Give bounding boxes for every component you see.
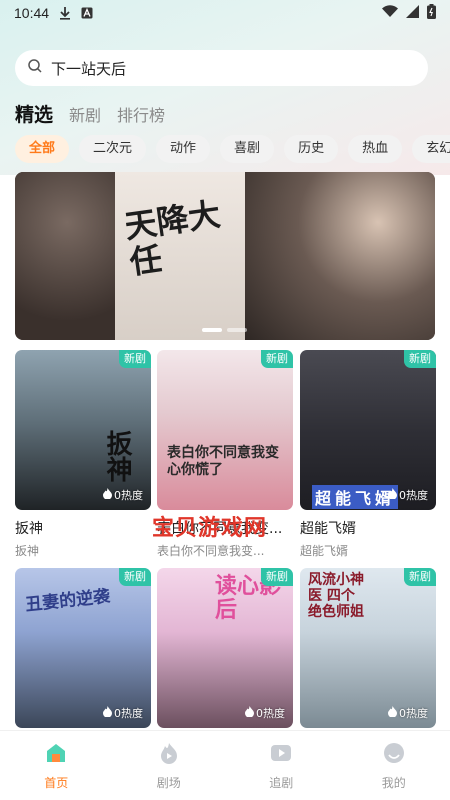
download-icon [59,6,71,20]
drama-card[interactable]: 读心影后 新剧 0热度 [157,568,293,728]
nav-theater[interactable]: 剧场 [113,731,226,800]
new-badge: 新剧 [261,568,293,586]
tab-featured[interactable]: 精选 [15,100,53,127]
heat-count: 0热度 [388,487,428,503]
flame-icon [103,706,112,720]
nav-theater-label: 剧场 [156,775,181,790]
new-badge: 新剧 [119,350,151,368]
theater-icon [157,741,181,769]
search-icon [27,58,43,78]
drama-subtitle: 表白你不同意我变... [157,544,265,558]
battery-icon [427,3,436,23]
drama-card[interactable]: 丑妻的逆袭 新剧 0热度 [15,568,151,728]
chip-fantasy[interactable]: 玄幻 [412,135,450,163]
heat-count: 0热度 [245,705,285,721]
banner-image-right [245,172,435,340]
wifi-icon [382,5,398,21]
search-bar[interactable]: 下一站天后 [15,50,428,86]
drama-title[interactable]: 超能飞婿 [300,518,356,538]
top-tabs: 精选 新剧 排行榜 [15,100,165,130]
new-badge: 新剧 [404,350,436,368]
poster-title-text: 扳神 [102,430,132,482]
category-chips: 全部 二次元 动作 喜剧 历史 热血 玄幻 [15,135,450,163]
status-indicators [382,3,436,23]
banner-pagination [202,328,247,332]
heat-text: 0热度 [256,707,285,720]
new-badge: 新剧 [119,568,151,586]
featured-banner[interactable]: 天降大任 [15,172,435,340]
nav-follow-label: 追剧 [269,775,294,790]
new-badge: 新剧 [261,350,293,368]
banner-dot-active [202,328,222,332]
bottom-navigation: 首页 剧场 追剧 我的 [0,730,450,800]
tab-ranking[interactable]: 排行榜 [117,102,165,126]
heat-count: 0热度 [388,705,428,721]
new-badge: 新剧 [404,568,436,586]
search-placeholder: 下一站天后 [51,59,127,78]
play-icon [269,741,293,769]
heat-text: 0热度 [399,489,428,502]
status-bar: 10:44 [0,0,450,26]
chip-all[interactable]: 全部 [15,135,70,163]
heat-text: 0热度 [114,489,143,502]
chip-hot-blooded[interactable]: 热血 [348,135,403,163]
flame-icon [388,488,397,502]
home-icon [44,741,68,769]
chip-anime[interactable]: 二次元 [79,135,147,163]
nav-follow[interactable]: 追剧 [225,731,338,800]
poster-title-text: 丑妻的逆袭 [24,586,112,616]
poster-title-text: 超能飞婿 [312,485,399,509]
banner-title-art: 天降大任 [122,194,223,282]
status-time: 10:44 [14,5,50,21]
drama-card[interactable]: 风流小神医 四个绝色师姐 新剧 0热度 [300,568,436,728]
nav-profile[interactable]: 我的 [338,731,450,800]
flame-icon [103,488,112,502]
tab-new[interactable]: 新剧 [69,102,101,126]
drama-card[interactable]: 扳神 新剧 0热度 [15,350,151,510]
app-notification-icon [81,7,93,19]
heat-count: 0热度 [103,705,143,721]
profile-icon [382,741,406,769]
flame-icon [388,706,397,720]
site-watermark: 宝贝游戏网 [152,516,268,541]
chip-history[interactable]: 历史 [284,135,339,163]
heat-text: 0热度 [114,707,143,720]
flame-icon [245,706,254,720]
drama-title[interactable]: 扳神 [15,518,43,538]
nav-profile-label: 我的 [381,775,406,790]
drama-card[interactable]: 超能飞婿 新剧 0热度 [300,350,436,510]
drama-subtitle: 超能飞婿 [300,544,349,558]
banner-dot [227,328,247,332]
drama-card[interactable]: 表白你不同意我变心你慌了 新剧 [157,350,293,510]
poster-title-text: 风流小神医 四个绝色师姐 [308,572,364,620]
chip-action[interactable]: 动作 [156,135,211,163]
nav-home-label: 首页 [44,775,69,790]
chip-comedy[interactable]: 喜剧 [220,135,275,163]
drama-subtitle: 扳神 [15,544,40,558]
signal-icon [406,4,419,22]
nav-home[interactable]: 首页 [0,731,113,800]
poster-title-text: 表白你不同意我变心你慌了 [167,445,279,478]
heat-count: 0热度 [103,487,143,503]
heat-text: 0热度 [399,707,428,720]
